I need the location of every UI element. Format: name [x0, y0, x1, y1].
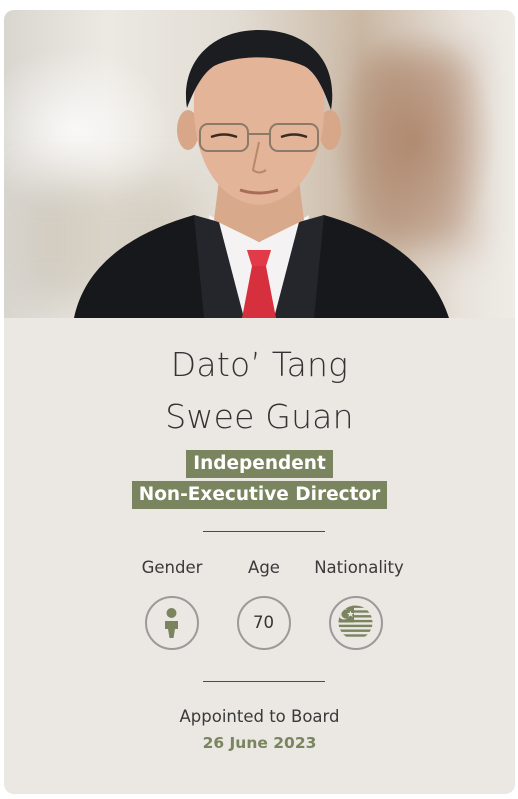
appointed-label: Appointed to Board	[179, 707, 340, 726]
portrait-image	[74, 30, 449, 318]
director-name-line2: Swee Guan	[165, 397, 354, 436]
divider	[203, 681, 325, 682]
role-text-line2: Non-Executive Director	[131, 481, 388, 509]
role-badge-line2: Non-Executive Director	[4, 481, 515, 509]
role-badge-line1: Independent	[4, 450, 515, 478]
divider	[203, 531, 325, 532]
role-text-line1: Independent	[186, 450, 333, 478]
male-person-icon	[165, 608, 178, 638]
gender-label: Gender	[141, 558, 203, 577]
appointed-date: 26 June 2023	[202, 734, 317, 752]
director-card: Dato’ Tang Swee Guan Independent Non-Exe…	[4, 10, 515, 794]
nationality-badge	[329, 596, 383, 650]
age-label: Age	[248, 558, 280, 577]
age-value: 70	[253, 613, 274, 632]
director-photo	[4, 10, 515, 318]
age-badge: 70	[237, 596, 291, 650]
director-name-line1: Dato’ Tang	[170, 345, 349, 384]
gender-badge	[145, 596, 199, 650]
malaysia-flag-icon	[338, 605, 373, 640]
nationality-label: Nationality	[314, 558, 404, 577]
